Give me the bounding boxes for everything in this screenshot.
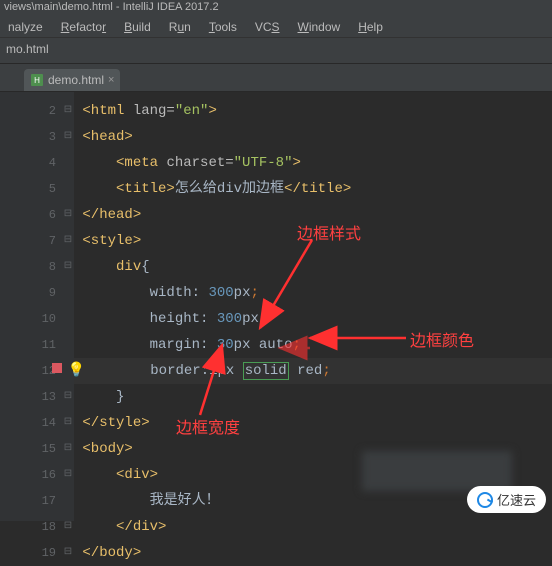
code-line: div{ (74, 254, 552, 280)
code-line: <html lang="en"> (74, 98, 552, 124)
code-line: <style> (74, 228, 552, 254)
menu-bar: nalyze Refactor Build Run Tools VCS Wind… (0, 14, 552, 38)
watermark-badge: 亿速云 (467, 486, 546, 513)
fold-toggle-icon[interactable]: ⊟ (62, 124, 74, 150)
watermark-logo-icon (477, 492, 493, 508)
code-line: <meta charset="UTF-8"> (74, 150, 552, 176)
fold-toggle-icon[interactable]: ⊟ (62, 436, 74, 462)
menu-build[interactable]: Build (118, 18, 157, 33)
breakpoint-marker[interactable] (52, 363, 62, 373)
menu-refactor[interactable]: Refactor (55, 18, 112, 33)
fold-toggle-icon[interactable]: ⊟ (62, 514, 74, 540)
window-title: views\main\demo.html - IntelliJ IDEA 201… (4, 1, 219, 13)
fold-toggle-icon[interactable]: ⊟ (62, 410, 74, 436)
breadcrumb[interactable]: mo.html (6, 42, 49, 56)
code-line: margin: 30px auto; (74, 332, 552, 358)
menu-window[interactable]: Window (292, 18, 347, 33)
code-line-current: 💡 border:1px solid red; (74, 358, 552, 384)
fold-toggle-icon[interactable]: ⊟ (62, 228, 74, 254)
code-line: } (74, 384, 552, 410)
code-line: height: 300px; (74, 306, 552, 332)
code-line: </body> (74, 540, 552, 566)
code-line: width: 300px; (74, 280, 552, 306)
code-line: </head> (74, 202, 552, 228)
fold-toggle-icon[interactable]: ⊟ (62, 98, 74, 124)
code-line: </div> (74, 514, 552, 540)
fold-toggle-icon[interactable]: ⊟ (62, 540, 74, 566)
window-title-bar: views\main\demo.html - IntelliJ IDEA 201… (0, 0, 552, 14)
menu-vcs[interactable]: VCS (249, 18, 286, 33)
fold-toggle-icon[interactable]: ⊟ (62, 202, 74, 228)
tab-filename: demo.html (48, 73, 104, 87)
lightbulb-icon[interactable]: 💡 (68, 363, 85, 379)
menu-tools[interactable]: Tools (203, 18, 243, 33)
code-line: </style> (74, 410, 552, 436)
close-icon[interactable]: × (108, 74, 114, 86)
code-folding-column: ⊟ ⊟ ⊟ ⊟ ⊟ ⊟ ⊟ ⊟ ⊟ ⊟ ⊟ (62, 98, 74, 566)
menu-help[interactable]: Help (352, 18, 389, 33)
blurred-region (362, 451, 512, 491)
fold-toggle-icon[interactable]: ⊟ (62, 254, 74, 280)
fold-toggle-icon[interactable]: ⊟ (62, 384, 74, 410)
menu-analyze[interactable]: nalyze (2, 18, 49, 33)
svg-text:H: H (34, 76, 40, 85)
menu-run[interactable]: Run (163, 18, 197, 33)
editor-tab-bar: H demo.html × (0, 64, 552, 92)
watermark-text: 亿速云 (497, 490, 536, 509)
editor-tab-demo[interactable]: H demo.html × (24, 69, 120, 91)
html-file-icon: H (30, 73, 44, 87)
code-line: <title>怎么给div加边框</title> (74, 176, 552, 202)
fold-toggle-icon[interactable]: ⊟ (62, 462, 74, 488)
navigation-bar: mo.html (0, 38, 552, 64)
code-line: <head> (74, 124, 552, 150)
